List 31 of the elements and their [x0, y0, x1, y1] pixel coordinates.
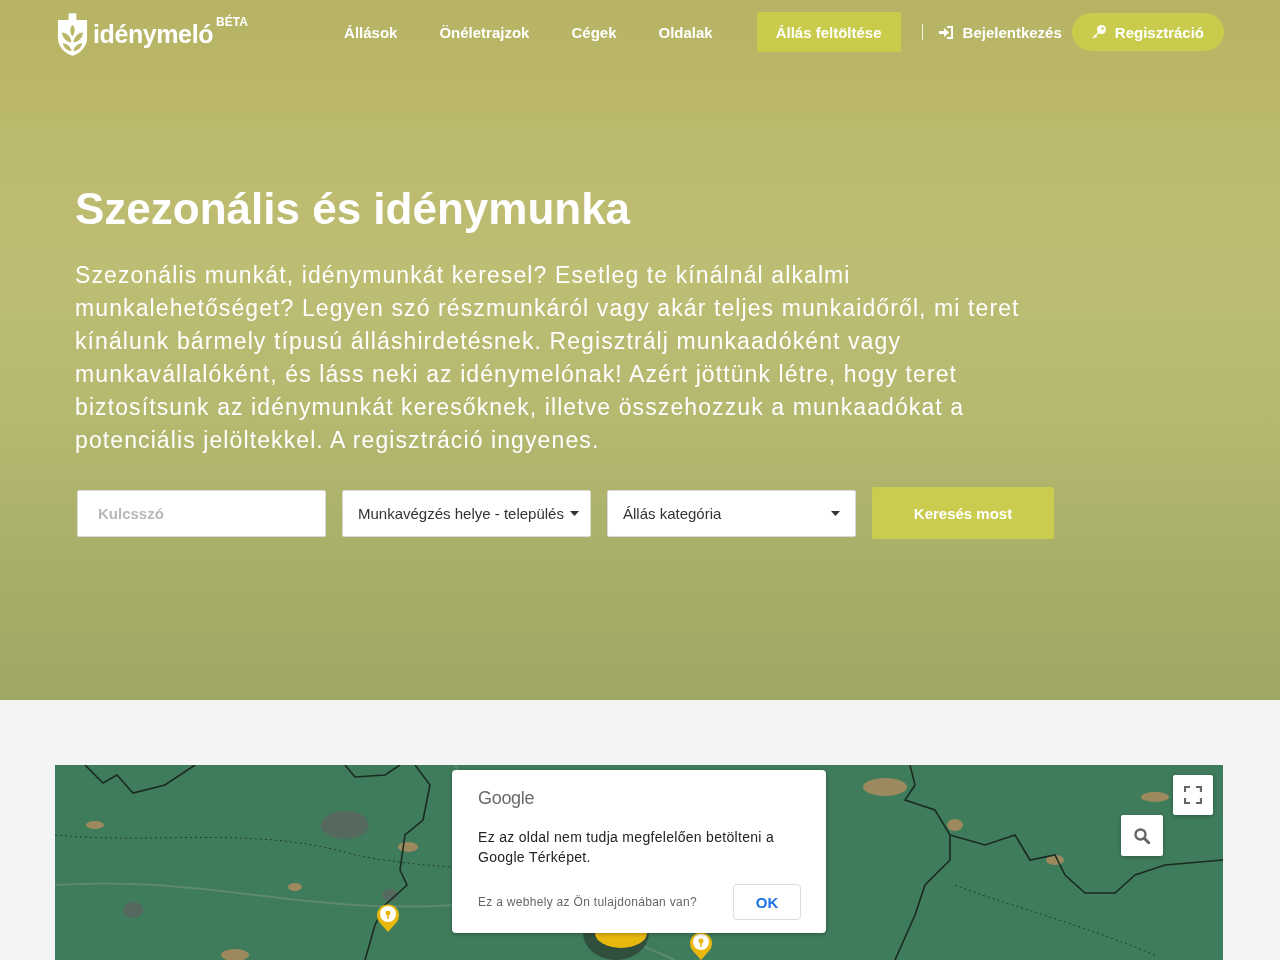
nav-link[interactable]: Cégek	[571, 23, 617, 41]
search-button[interactable]: Keresés most	[872, 487, 1054, 539]
sign-in-icon	[938, 25, 954, 39]
map-pin-icon[interactable]	[689, 930, 713, 960]
beta-label: BÉTA	[216, 14, 248, 29]
register-button[interactable]: Regisztráció	[1071, 13, 1224, 51]
map-pin-icon[interactable]	[376, 902, 400, 932]
caret-down-icon	[831, 510, 840, 516]
dialog-question: Ez a webhely az Ön tulajdonában van?	[478, 895, 697, 909]
keyword-field[interactable]: Kulcsszó	[77, 489, 326, 537]
nav-link[interactable]: Oldalak	[658, 23, 713, 41]
post-job-button[interactable]: Állás feltöltése	[756, 12, 901, 52]
hero-description: Szezonális munkát, idénymunkát keresel? Esetleg te kínálnál alkalmi munkalehetőséget? Legyen szó részmunkáról vagy akár teljes munkaidőről, mi teret kínálunk bármely típusú álláshirdetésnek. Regisztrálj munkaadóként vagy munkavállalóként, és láss neki az idénymelónak! Azért jöttünk létre, hogy teret biztosítsunk az idénymunkát keresőknek, illetve összehozzuk a munkaadókat a potenciális jelöltekkel. A regisztráció ingyenes.	[75, 261, 1021, 455]
search-icon	[1134, 827, 1150, 844]
caret-down-icon	[569, 510, 579, 516]
login-link[interactable]: Bejelentkezés	[938, 23, 1062, 41]
fullscreen-button[interactable]	[1173, 775, 1213, 815]
fullscreen-icon	[1184, 786, 1202, 804]
brand-text: Google	[478, 788, 535, 809]
location-dropdown[interactable]: Munkavégzés helye - település	[342, 489, 591, 537]
nav-link[interactable]: Állások	[344, 23, 398, 41]
shield-sprout-icon	[56, 12, 89, 56]
ok-button[interactable]: OK	[733, 884, 801, 920]
logo-text: idénymeló	[93, 19, 214, 49]
nav-link[interactable]: Önéletrajzok	[439, 23, 530, 41]
dialog-message: Ez az oldal nem tudja megfelelően betölteni a Google Térképet.	[478, 828, 775, 867]
category-dropdown[interactable]: Állás kategória	[607, 489, 856, 537]
map-search-button[interactable]	[1121, 815, 1163, 856]
marker-cluster-icon[interactable]	[583, 933, 649, 960]
key-icon	[1091, 25, 1106, 39]
hero-title: Szezonális és idénymunka	[75, 183, 632, 235]
